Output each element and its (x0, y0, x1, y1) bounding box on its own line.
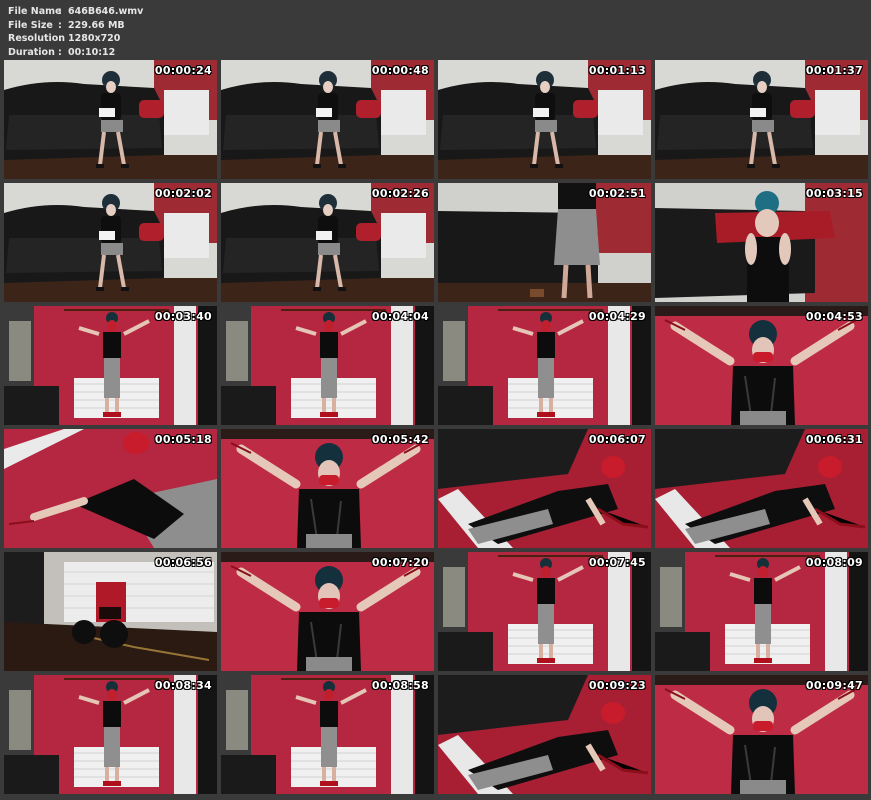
thumbnail-frame-image (438, 429, 651, 548)
timestamp-label: 00:04:53 (805, 310, 863, 323)
resolution-row: Resolution : 1280x720 (8, 32, 143, 46)
separator: : (58, 33, 62, 44)
video-thumbnail[interactable]: 00:02:02 (4, 183, 217, 302)
thumbnail-frame-image (655, 429, 868, 548)
timestamp-label: 00:06:07 (588, 433, 646, 446)
resolution-value: 1280x720 (68, 33, 121, 44)
thumbnail-frame-image (438, 183, 651, 302)
thumbnail-frame-image (4, 552, 217, 671)
thumbnail-frame-image (655, 552, 868, 671)
video-thumbnail[interactable]: 00:09:23 (438, 675, 651, 794)
timestamp-label: 00:04:04 (371, 310, 429, 323)
timestamp-label: 00:02:51 (588, 187, 646, 200)
video-thumbnail[interactable]: 00:01:37 (655, 60, 868, 179)
separator: : (58, 19, 62, 31)
file-name-label: File Name (8, 6, 62, 17)
timestamp-label: 00:03:40 (154, 310, 212, 323)
video-thumbnail[interactable]: 00:02:51 (438, 183, 651, 302)
thumbnail-frame-image (4, 306, 217, 425)
file-size-value: 229.66 MB (68, 19, 125, 31)
thumbnail-frame-image (4, 675, 217, 794)
thumbnail-frame-image (438, 60, 651, 179)
timestamp-label: 00:08:09 (805, 556, 863, 569)
timestamp-label: 00:04:29 (588, 310, 646, 323)
file-name-row: File Name : 646B646.wmv (8, 5, 143, 19)
timestamp-label: 00:09:23 (588, 679, 646, 692)
timestamp-label: 00:05:18 (154, 433, 212, 446)
timestamp-label: 00:06:31 (805, 433, 863, 446)
video-thumbnail[interactable]: 00:06:31 (655, 429, 868, 548)
thumbnail-frame-image (221, 306, 434, 425)
video-thumbnail[interactable]: 00:04:04 (221, 306, 434, 425)
thumbnail-frame-image (221, 675, 434, 794)
video-thumbnail[interactable]: 00:08:58 (221, 675, 434, 794)
timestamp-label: 00:08:58 (371, 679, 429, 692)
video-thumbnail[interactable]: 00:05:18 (4, 429, 217, 548)
video-thumbnail[interactable]: 00:09:47 (655, 675, 868, 794)
thumbnail-frame-image (655, 60, 868, 179)
timestamp-label: 00:02:26 (371, 187, 429, 200)
separator: : (58, 6, 62, 17)
timestamp-label: 00:00:24 (154, 64, 212, 77)
timestamp-label: 00:07:20 (371, 556, 429, 569)
timestamp-label: 00:06:56 (154, 556, 212, 569)
video-thumbnail[interactable]: 00:08:34 (4, 675, 217, 794)
video-thumbnail[interactable]: 00:05:42 (221, 429, 434, 548)
file-size-label: File Size (8, 19, 53, 31)
separator: : (58, 46, 62, 58)
thumbnail-frame-image (655, 306, 868, 425)
timestamp-label: 00:09:47 (805, 679, 863, 692)
timestamp-label: 00:01:37 (805, 64, 863, 77)
thumbnail-grid: 00:00:24 00:00:48 00:01:13 00:01:37 00:02:02… (4, 60, 868, 798)
timestamp-label: 00:01:13 (588, 64, 646, 77)
file-size-row: File Size : 229.66 MB (8, 19, 143, 33)
timestamp-label: 00:03:15 (805, 187, 863, 200)
video-thumbnail[interactable]: 00:00:24 (4, 60, 217, 179)
thumbnail-frame-image (4, 429, 217, 548)
thumbnail-frame-image (221, 183, 434, 302)
file-name-value: 646B646.wmv (68, 6, 144, 17)
file-info-header: File Name : 646B646.wmv File Size : 229.… (8, 5, 143, 59)
thumbnail-frame-image (221, 60, 434, 179)
resolution-label: Resolution (8, 33, 66, 44)
video-thumbnail[interactable]: 00:04:29 (438, 306, 651, 425)
video-thumbnail[interactable]: 00:00:48 (221, 60, 434, 179)
video-thumbnail[interactable]: 00:04:53 (655, 306, 868, 425)
duration-row: Duration : 00:10:12 (8, 46, 143, 60)
timestamp-label: 00:00:48 (371, 64, 429, 77)
thumbnail-frame-image (221, 552, 434, 671)
video-thumbnail[interactable]: 00:08:09 (655, 552, 868, 671)
video-thumbnail[interactable]: 00:03:40 (4, 306, 217, 425)
duration-label: Duration (8, 46, 55, 58)
thumbnail-frame-image (438, 675, 651, 794)
video-thumbnail[interactable]: 00:06:56 (4, 552, 217, 671)
thumbnail-frame-image (438, 552, 651, 671)
thumbnail-frame-image (4, 183, 217, 302)
video-thumbnail[interactable]: 00:01:13 (438, 60, 651, 179)
thumbnail-frame-image (438, 306, 651, 425)
video-thumbnail[interactable]: 00:06:07 (438, 429, 651, 548)
video-thumbnail[interactable]: 00:02:26 (221, 183, 434, 302)
timestamp-label: 00:05:42 (371, 433, 429, 446)
thumbnail-frame-image (655, 183, 868, 302)
video-thumbnail[interactable]: 00:07:20 (221, 552, 434, 671)
duration-value: 00:10:12 (68, 46, 116, 58)
thumbnail-frame-image (655, 675, 868, 794)
video-thumbnail[interactable]: 00:03:15 (655, 183, 868, 302)
timestamp-label: 00:07:45 (588, 556, 646, 569)
video-thumbnail[interactable]: 00:07:45 (438, 552, 651, 671)
thumbnail-frame-image (221, 429, 434, 548)
timestamp-label: 00:02:02 (154, 187, 212, 200)
thumbnail-frame-image (4, 60, 217, 179)
timestamp-label: 00:08:34 (154, 679, 212, 692)
